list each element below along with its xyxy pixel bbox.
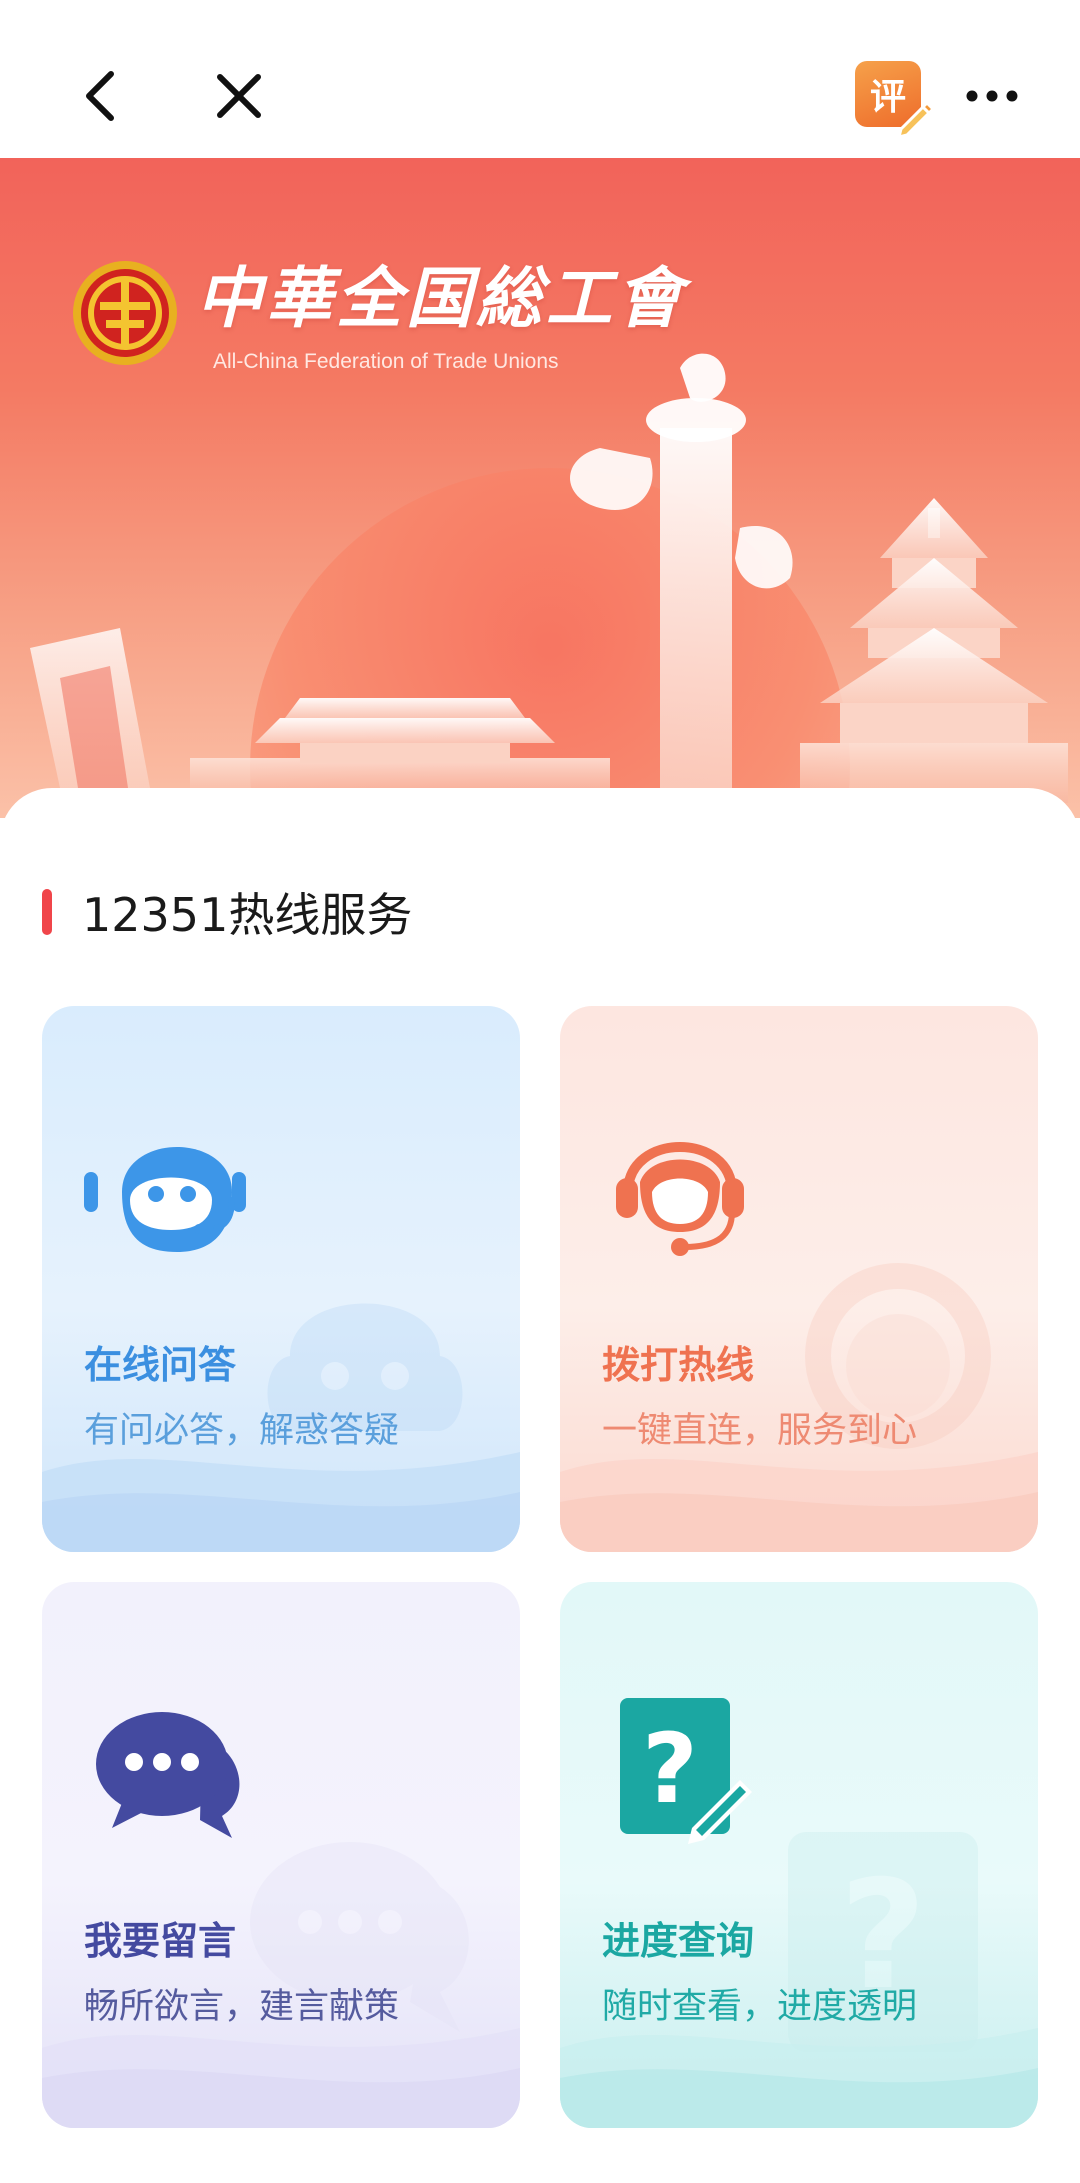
review-button[interactable]: 评: [845, 53, 945, 153]
back-button[interactable]: [56, 51, 146, 141]
section-accent-bar: [42, 889, 52, 935]
beijing-skyline-illustration: [30, 353, 1068, 808]
card-title: 进度查询: [602, 1919, 755, 1963]
speech-bubbles-icon: [96, 1712, 240, 1838]
pencil-icon: [897, 101, 935, 139]
progress-query-card[interactable]: ? ? 进度查询 随时查看，进度透明: [560, 1582, 1038, 2128]
headset-agent-icon: [616, 1142, 744, 1256]
card-title: 拨打热线: [602, 1343, 755, 1387]
acftu-emblem-logo: [73, 261, 177, 365]
close-button[interactable]: [194, 51, 284, 141]
chevron-left-icon: [86, 71, 114, 121]
svg-text:?: ?: [642, 1713, 698, 1825]
section-title: 12351热线服务: [82, 888, 413, 942]
section-header: 12351热线服务: [42, 888, 412, 942]
card-description: 随时查看，进度透明: [602, 1987, 918, 2027]
chat-robot-icon: [84, 1147, 246, 1252]
online-qa-card[interactable]: 在线问答 有问必答，解惑答疑: [42, 1006, 520, 1552]
card-description: 畅所欲言，建言献策: [84, 1987, 400, 2027]
more-dots-icon: [966, 90, 1018, 102]
card-title: 我要留言: [84, 1919, 237, 1963]
card-description: 有问必答，解惑答疑: [84, 1411, 400, 1451]
card-title: 在线问答: [84, 1343, 237, 1387]
hero-banner: 中華全国総工會 All-China Federation of Trade Un…: [0, 158, 1080, 818]
close-icon: [217, 74, 261, 118]
organization-title: 中華全国総工會: [196, 259, 686, 337]
organization-subtitle: All-China Federation of Trade Unions: [213, 350, 559, 373]
hotline-card[interactable]: 拨打热线 一键直连，服务到心: [560, 1006, 1038, 1552]
question-document-icon: ?: [620, 1698, 752, 1844]
leave-message-card[interactable]: 我要留言 畅所欲言，建言献策: [42, 1582, 520, 2128]
service-panel: 12351热线服务 在线问答 有问必答，解惑答疑 拨打热线 一键直连，服务到心 …: [0, 788, 1080, 2183]
top-nav-bar: 评: [0, 0, 1080, 158]
card-description: 一键直连，服务到心: [602, 1411, 918, 1451]
more-button[interactable]: [947, 51, 1037, 141]
